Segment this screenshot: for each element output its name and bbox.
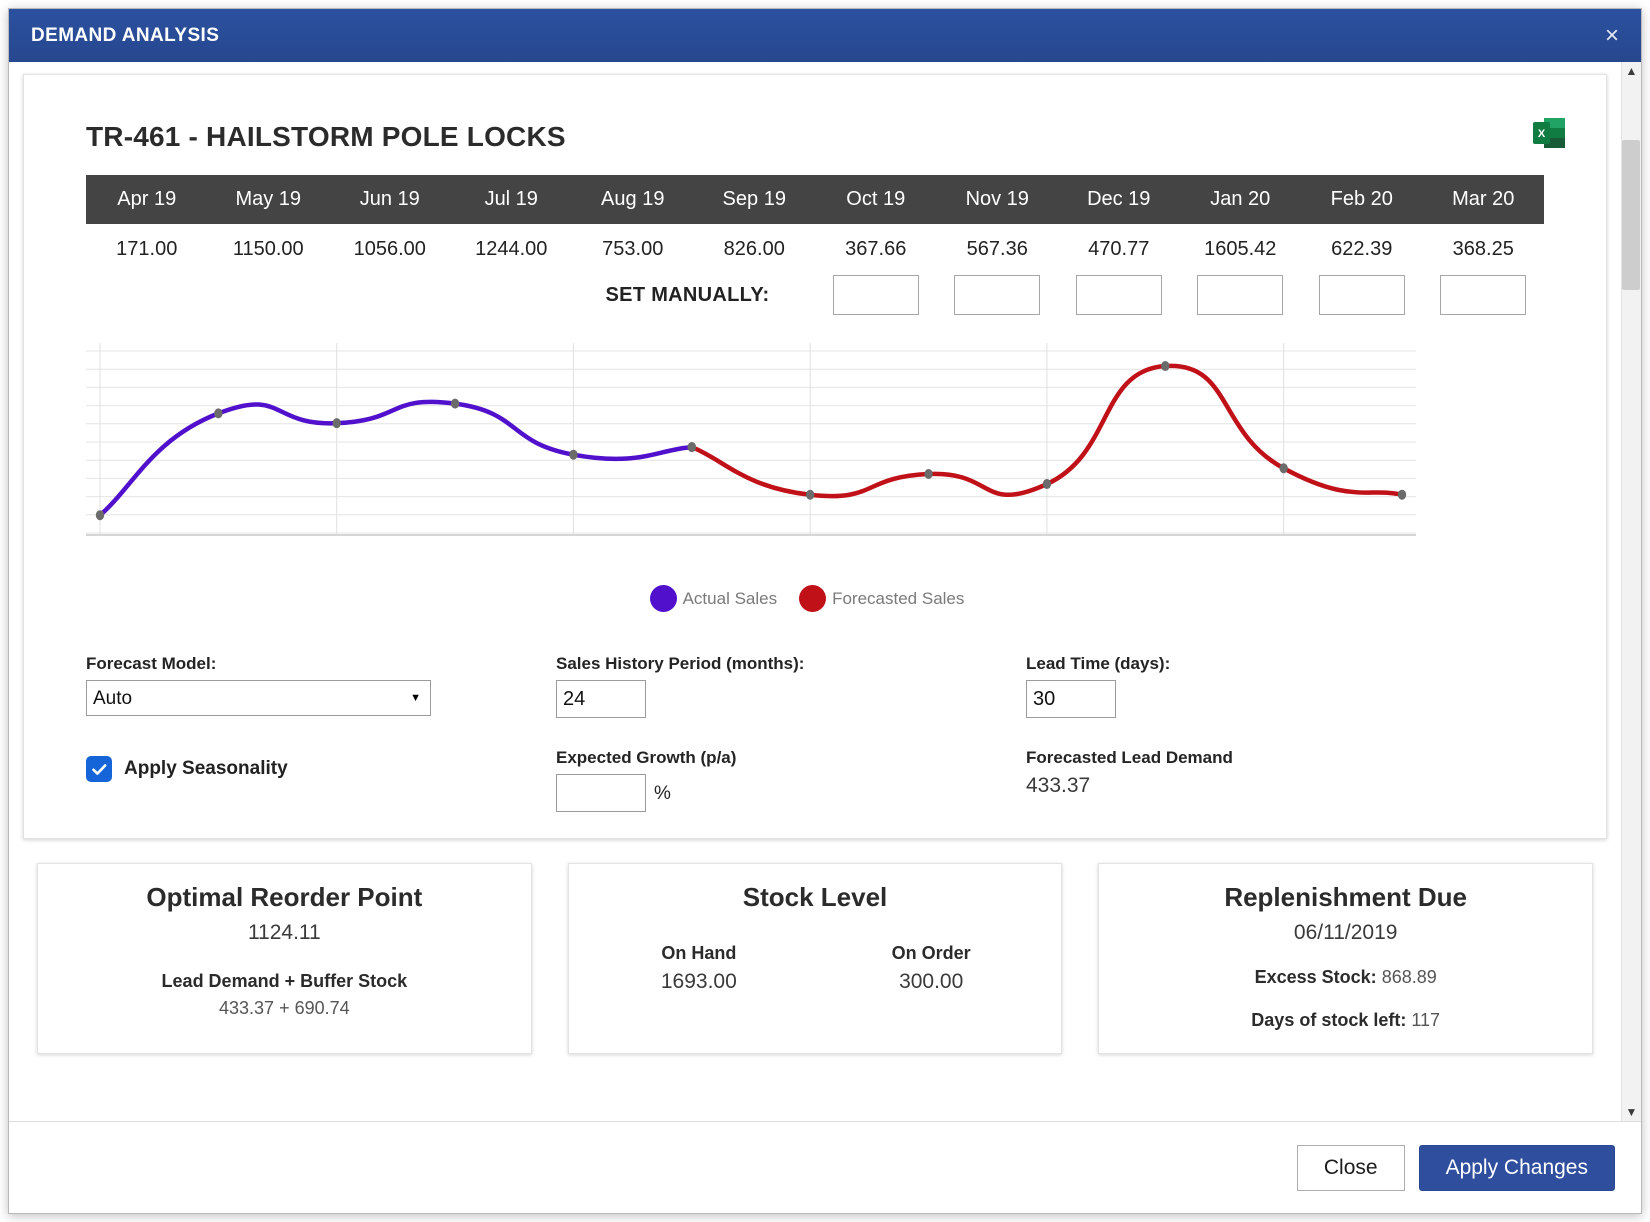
chevron-up-icon[interactable]: ▲	[1626, 65, 1638, 77]
demand-chart	[86, 343, 1544, 543]
demand-value: 567.36	[966, 238, 1028, 260]
forecast-model-label: Forecast Model:	[86, 654, 217, 673]
excess-stock-value: 868.89	[1381, 967, 1437, 987]
sales-history-label: Sales History Period (months):	[556, 654, 805, 673]
apply-changes-button[interactable]: Apply Changes	[1418, 1144, 1615, 1191]
days-of-stock-label: Days of stock left:	[1251, 1010, 1407, 1030]
demand-value: 1244.00	[475, 238, 548, 260]
month-header: May 19	[207, 175, 329, 224]
month-header: Sep 19	[693, 175, 815, 224]
dialog-titlebar: DEMAND ANALYSIS ×	[9, 9, 1641, 62]
demand-analysis-dialog: DEMAND ANALYSIS × TR-461 - HAILSTORM POL…	[8, 8, 1642, 1214]
chart-legend: Actual Sales Forecasted Sales	[58, 585, 1572, 612]
month-header: Nov 19	[936, 175, 1058, 224]
legend-swatch-actual	[649, 585, 677, 612]
demand-value: 367.66	[845, 238, 907, 260]
reorder-point-value: 1124.11	[247, 921, 321, 944]
excel-export-icon[interactable]: X	[1532, 115, 1566, 151]
chevron-down-icon[interactable]: ▼	[1626, 1106, 1638, 1118]
month-header: Dec 19	[1058, 175, 1180, 224]
reorder-formula-label: Lead Demand + Buffer Stock	[161, 971, 408, 991]
expected-growth-input[interactable]	[556, 774, 646, 812]
scrollbar-thumb[interactable]	[1622, 140, 1640, 290]
manual-input-feb20[interactable]	[1318, 275, 1405, 315]
manual-input-mar20[interactable]	[1440, 275, 1527, 315]
demand-value: 1150.00	[232, 238, 304, 260]
card-stock-level: Stock Level On Hand 1693.00 On Order 300…	[567, 863, 1063, 1054]
card-replenishment-due: Replenishment Due 06/11/2019 Excess Stoc…	[1098, 863, 1594, 1054]
forecasted-lead-demand-label: Forecasted Lead Demand	[1026, 748, 1233, 767]
lead-time-input[interactable]	[1026, 680, 1116, 718]
month-header: Jul 19	[450, 175, 572, 224]
month-header: Mar 20	[1422, 175, 1544, 224]
month-header: Jun 19	[329, 175, 451, 224]
month-header: Aug 19	[572, 175, 694, 224]
demand-value: 1056.00	[353, 238, 426, 260]
month-header: Feb 20	[1301, 175, 1423, 224]
table-header-row: Apr 19 May 19 Jun 19 Jul 19 Aug 19 Sep 1…	[86, 175, 1544, 224]
table-row-values: 171.00 1150.00 1056.00 1244.00 753.00 82…	[86, 224, 1544, 271]
demand-value: 753.00	[602, 238, 664, 260]
card-title: Stock Level	[742, 882, 888, 912]
table-row-manual: SET MANUALLY:	[86, 271, 1544, 321]
summary-cards: Optimal Reorder Point 1124.11 Lead Deman…	[37, 863, 1594, 1054]
days-of-stock-value: 117	[1411, 1010, 1441, 1030]
svg-text:X: X	[1538, 128, 1546, 140]
manual-input-dec19[interactable]	[1075, 275, 1162, 315]
demand-value: 1605.42	[1204, 238, 1277, 260]
demand-table: Apr 19 May 19 Jun 19 Jul 19 Aug 19 Sep 1…	[86, 175, 1544, 321]
legend-label-actual: Actual Sales	[682, 588, 778, 608]
vertical-scrollbar[interactable]: ▲ ▼	[1621, 62, 1641, 1121]
demand-value: 368.25	[1452, 238, 1514, 260]
close-icon[interactable]: ×	[1599, 22, 1625, 50]
excess-stock-row: Excess Stock: 868.89	[1113, 967, 1578, 988]
demand-value: 826.00	[723, 238, 785, 260]
on-order-label: On Order	[891, 943, 971, 963]
set-manually-label: SET MANUALLY:	[605, 283, 770, 306]
card-title: Replenishment Due	[1224, 882, 1468, 912]
page-title: TR-461 - HAILSTORM POLE LOCKS	[86, 121, 566, 152]
on-hand-label: On Hand	[661, 943, 737, 963]
on-hand-value: 1693.00	[660, 970, 737, 993]
demand-value: 622.39	[1331, 238, 1393, 260]
dialog-body: TR-461 - HAILSTORM POLE LOCKS X Apr 19 M…	[9, 62, 1641, 1121]
replenishment-date: 06/11/2019	[1293, 921, 1398, 944]
manual-input-nov19[interactable]	[954, 275, 1041, 315]
demand-value: 171.00	[116, 238, 178, 260]
on-order-value: 300.00	[899, 970, 964, 993]
check-icon	[91, 763, 106, 775]
card-title: Optimal Reorder Point	[146, 882, 423, 912]
forecast-controls: Forecast Model: Auto ▼ Apply Seasonality…	[86, 654, 1572, 812]
forecast-model-select[interactable]: Auto	[86, 680, 431, 716]
forecast-panel: TR-461 - HAILSTORM POLE LOCKS X Apr 19 M…	[23, 74, 1607, 839]
legend-swatch-forecast	[799, 585, 827, 612]
close-button[interactable]: Close	[1296, 1144, 1405, 1191]
month-header: Apr 19	[86, 175, 208, 224]
apply-seasonality-label: Apply Seasonality	[124, 758, 288, 779]
dialog-footer: Close Apply Changes	[9, 1121, 1641, 1213]
days-of-stock-row: Days of stock left: 117	[1113, 1010, 1578, 1031]
legend-label-forecast: Forecasted Sales	[832, 588, 965, 608]
scroll-content: TR-461 - HAILSTORM POLE LOCKS X Apr 19 M…	[9, 62, 1621, 1121]
chart-canvas	[86, 343, 1416, 536]
manual-input-oct19[interactable]	[832, 275, 919, 315]
sales-history-input[interactable]	[556, 680, 646, 718]
lead-time-label: Lead Time (days):	[1026, 654, 1171, 673]
reorder-formula-value: 433.37 + 690.74	[219, 998, 350, 1018]
manual-input-jan20[interactable]	[1197, 275, 1284, 315]
dialog-title: DEMAND ANALYSIS	[31, 24, 220, 46]
card-optimal-reorder-point: Optimal Reorder Point 1124.11 Lead Deman…	[37, 863, 532, 1054]
forecasted-lead-demand-value: 433.37	[1026, 774, 1091, 797]
month-header: Jan 20	[1179, 175, 1301, 224]
apply-seasonality-checkbox[interactable]	[86, 756, 112, 782]
percent-symbol: %	[654, 782, 671, 804]
excess-stock-label: Excess Stock:	[1254, 967, 1377, 987]
month-header: Oct 19	[815, 175, 937, 224]
demand-value: 470.77	[1088, 238, 1150, 260]
expected-growth-label: Expected Growth (p/a)	[556, 748, 737, 767]
